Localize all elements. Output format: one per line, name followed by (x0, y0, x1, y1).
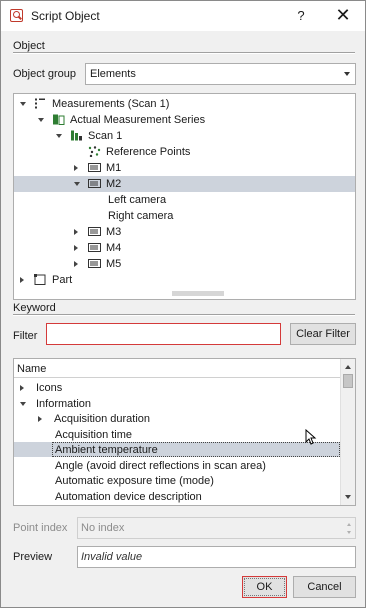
collapsed-arrow-icon[interactable] (74, 165, 78, 171)
filter-input[interactable] (46, 323, 281, 345)
keyword-list-item[interactable]: Information (14, 396, 340, 411)
tree-item-label: M4 (106, 242, 122, 254)
expanded-arrow-icon[interactable] (20, 102, 26, 106)
tree-item[interactable]: Part (14, 272, 355, 288)
help-button[interactable]: ? (291, 6, 311, 26)
collapsed-arrow-icon[interactable] (74, 261, 78, 267)
tree-item-label: Reference Points (106, 146, 191, 158)
tree-item-label: Measurements (Scan 1) (52, 98, 170, 110)
tree-item[interactable]: Right camera (14, 208, 355, 224)
tree-item[interactable]: Actual Measurement Series (14, 112, 355, 128)
tree-item[interactable]: M2 (14, 176, 355, 192)
tree-item[interactable]: M1 (14, 160, 355, 176)
preview-label: Preview (13, 551, 53, 563)
measurement-icon (88, 242, 101, 253)
preview-value: Invalid value (81, 551, 143, 563)
tree-item-label: Actual Measurement Series (70, 114, 206, 126)
expanded-arrow-icon[interactable] (74, 182, 80, 186)
close-button[interactable]: ✕ (332, 6, 354, 26)
object-section-divider-highlight (13, 53, 355, 54)
object-group-value: Elements (90, 68, 136, 80)
name-column-header[interactable]: Name (17, 363, 46, 375)
measurement-icon (88, 226, 101, 237)
object-group-select[interactable]: Elements (85, 63, 356, 85)
collapsed-arrow-icon[interactable] (74, 245, 78, 251)
collapsed-arrow-icon[interactable] (20, 277, 24, 283)
preview-field: Invalid value (77, 546, 356, 568)
keyword-list-item[interactable]: Icons (14, 380, 340, 395)
keyword-list-item[interactable]: Acquisition duration (14, 411, 340, 426)
part-icon (34, 274, 47, 285)
point-index-value: No index (81, 522, 125, 534)
spin-up-icon (347, 523, 351, 526)
scroll-down-icon[interactable] (345, 495, 351, 499)
tree-item-label: Part (52, 274, 73, 286)
collapsed-arrow-icon[interactable] (38, 416, 42, 422)
measurements-icon (34, 98, 47, 109)
keyword-section-header: Keyword (13, 302, 56, 314)
keyword-list-item[interactable]: Angle (avoid direct reflections in scan … (14, 458, 340, 473)
ok-button[interactable]: OK (242, 576, 287, 598)
keyword-label: Acquisition duration (54, 413, 151, 425)
keyword-list-header: Name (14, 359, 340, 378)
spin-down-icon (347, 531, 351, 534)
script-object-dialog: Script Object ? ✕ Object Object group El… (0, 0, 366, 608)
scroll-thumb[interactable] (343, 374, 353, 388)
tree-item-label: Right camera (108, 210, 174, 222)
tree-item-label: Scan 1 (88, 130, 123, 142)
keyword-label: Automatic exposure time (mode) (55, 475, 214, 487)
keyword-label: Information (36, 397, 92, 410)
clear-filter-button[interactable]: Clear Filter (290, 323, 356, 345)
chevron-down-icon (344, 72, 350, 76)
keyword-list-item[interactable]: Automatic exposure time (mode) (14, 473, 340, 488)
measurement-icon (88, 178, 101, 189)
object-group-label: Object group (13, 68, 76, 80)
tree-item-label: M1 (106, 162, 122, 174)
tree-item[interactable]: Measurements (Scan 1) (14, 96, 355, 112)
point-index-spinbox: No index (77, 517, 356, 539)
object-tree[interactable]: Part M5 M4 M3 Right camera Left camera M2 M1 Ref… (13, 93, 356, 300)
object-section-header: Object (13, 40, 45, 52)
reference-points-icon (88, 146, 101, 158)
keyword-label: Angle (avoid direct reflections in scan … (55, 459, 266, 472)
scan-icon (70, 130, 83, 141)
tree-item[interactable]: Scan 1 (14, 128, 355, 144)
keyword-list-item[interactable]: Acquisition time (14, 427, 340, 442)
tree-horizontal-scrollbar[interactable] (172, 291, 224, 296)
measurement-icon (88, 162, 101, 173)
script-object-app-icon (10, 9, 23, 22)
title-bar: Script Object ? ✕ (1, 1, 365, 31)
tree-item-label: M3 (106, 226, 122, 238)
keyword-list-scrollbar[interactable] (340, 359, 355, 505)
cancel-button[interactable]: Cancel (293, 576, 356, 598)
tree-item[interactable]: Left camera (14, 192, 355, 208)
collapsed-arrow-icon[interactable] (74, 229, 78, 235)
mouse-cursor-icon (305, 429, 317, 445)
keyword-section-divider-highlight (13, 315, 355, 316)
keyword-label: Icons (36, 382, 63, 394)
expanded-arrow-icon[interactable] (20, 401, 26, 406)
tree-item[interactable]: M4 (14, 240, 355, 256)
measurement-icon (88, 258, 101, 269)
point-index-label: Point index (13, 522, 68, 534)
tree-item-label: M5 (106, 258, 122, 270)
tree-item[interactable]: M3 (14, 224, 355, 240)
keyword-label: Ambient temperature (55, 444, 158, 456)
collapsed-arrow-icon[interactable] (20, 385, 24, 391)
measurement-series-icon (52, 114, 65, 125)
window-title: Script Object (31, 9, 100, 23)
scroll-up-icon[interactable] (345, 365, 351, 369)
tree-item-label: Left camera (108, 194, 167, 206)
keyword-label: Acquisition time (55, 428, 133, 441)
tree-item[interactable]: M5 (14, 256, 355, 272)
tree-item[interactable]: Reference Points (14, 144, 355, 160)
keyword-label: Automation device description (55, 490, 202, 503)
expanded-arrow-icon[interactable] (56, 134, 62, 138)
filter-label: Filter (13, 330, 38, 342)
keyword-list-item[interactable]: Automation device description (14, 489, 340, 504)
expanded-arrow-icon[interactable] (38, 118, 44, 122)
tree-item-label: M2 (106, 178, 122, 190)
keyword-list-item[interactable]: Ambient temperature (14, 442, 340, 457)
